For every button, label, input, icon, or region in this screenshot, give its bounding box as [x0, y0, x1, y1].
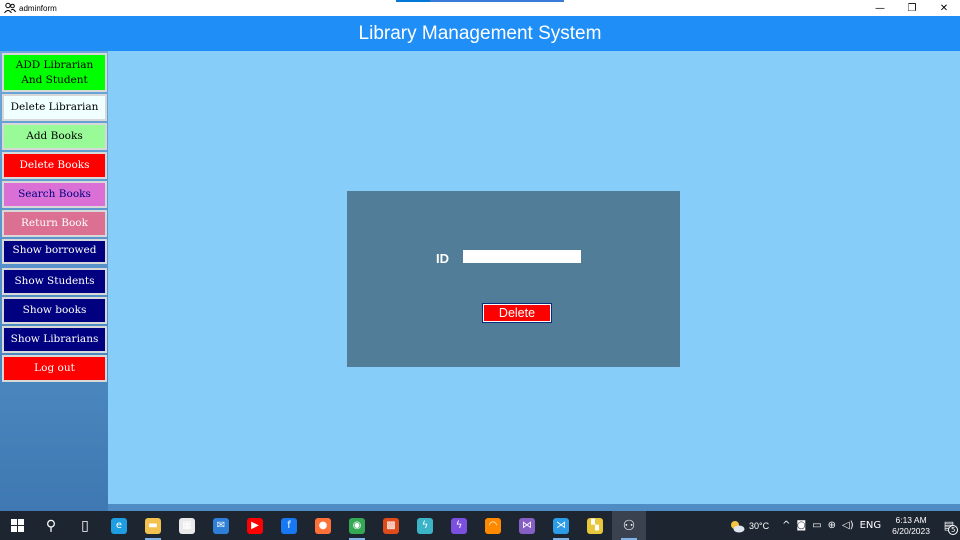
taskbar: ⚲ ▯ e ▬ ▦ ✉ ▶ f ● ◉ ▩ ϟ ϟ ◠ ⋈ ⋊ ▚ ⚇ 30°C ^ ◙ ▭ ⊕ ◁) ENG 6… [0, 511, 960, 540]
clock-date: 6/20/2023 [892, 525, 930, 536]
chrome-icon: ◉ [349, 517, 365, 534]
show-books-button[interactable]: Show books [2, 297, 107, 324]
weather-partly-cloudy-icon [729, 518, 745, 534]
page-title: Library Management System [358, 22, 602, 44]
logout-button[interactable]: Log out [2, 355, 107, 382]
delete-librarian-button[interactable]: Delete Librarian [2, 94, 107, 121]
main-content: ID Delete [108, 51, 960, 504]
return-book-label: Return Book [21, 217, 88, 229]
show-borrowed-label: Show borrowed [12, 244, 97, 256]
search-books-button[interactable]: Search Books [2, 181, 107, 208]
window-bottom-strip [108, 504, 960, 511]
chrome-taskbar-button[interactable]: ◉ [340, 511, 374, 540]
battery-icon[interactable]: ▭ [812, 520, 821, 531]
show-librarians-button[interactable]: Show Librarians [2, 326, 107, 353]
delete-books-label: Delete Books [19, 159, 90, 171]
return-book-button[interactable]: Return Book [2, 210, 107, 237]
app-yellow-icon: ▚ [587, 517, 603, 534]
app-purple-bolt-taskbar-button[interactable]: ϟ [442, 511, 476, 540]
add-books-button[interactable]: Add Books [2, 123, 107, 150]
facebook-icon: f [281, 517, 297, 534]
sidebar: ADD Librarian And Student Delete Librari… [0, 51, 108, 511]
titlebar-accent [396, 0, 564, 2]
notification-center-button[interactable]: ▤5 [938, 511, 960, 540]
delete-librarian-form: ID Delete [347, 191, 680, 367]
clock[interactable]: 6:13 AM 6/20/2023 [892, 515, 930, 537]
mail-taskbar-button[interactable]: ✉ [204, 511, 238, 540]
start-button[interactable] [0, 511, 34, 540]
adminform-app-icon: ⚇ [622, 517, 636, 534]
search-icon: ⚲ [45, 517, 57, 534]
task-view-taskbar-button[interactable]: ▯ [68, 511, 102, 540]
mail-icon: ✉ [213, 517, 229, 534]
taskbar-apps: ⚲ ▯ e ▬ ▦ ✉ ▶ f ● ◉ ▩ ϟ ϟ ◠ ⋈ ⋊ ▚ ⚇ [34, 511, 646, 540]
firefox-taskbar-button[interactable]: ● [306, 511, 340, 540]
youtube-taskbar-button[interactable]: ▶ [238, 511, 272, 540]
delete-button[interactable]: Delete [482, 303, 552, 323]
add-librarian-student-label: ADD Librarian And Student [15, 58, 94, 86]
weather-temperature: 30°C [748, 520, 770, 531]
minimize-button[interactable]: — [864, 0, 896, 16]
weather-widget[interactable]: 30°C [729, 518, 769, 534]
notification-count: 5 [948, 525, 959, 535]
clock-time: 6:13 AM [895, 514, 927, 525]
show-borrowed-button[interactable]: Show borrowed [2, 239, 107, 264]
app-yellow-taskbar-button[interactable]: ▚ [578, 511, 612, 540]
adminform-app-taskbar-button[interactable]: ⚇ [612, 511, 646, 540]
delete-librarian-label: Delete Librarian [10, 101, 99, 113]
users-icon [3, 1, 17, 15]
app-header: Library Management System [0, 16, 960, 51]
store-taskbar-button[interactable]: ▦ [170, 511, 204, 540]
language-indicator[interactable]: ENG [860, 520, 882, 531]
window-controls: — ❐ ✕ [864, 0, 960, 16]
file-explorer-taskbar-button[interactable]: ▬ [136, 511, 170, 540]
show-books-label: Show books [22, 304, 87, 316]
visual-studio-icon: ⋈ [519, 517, 535, 534]
app-orange-ring-taskbar-button[interactable]: ◠ [476, 511, 510, 540]
restore-button[interactable]: ❐ [896, 0, 928, 16]
add-books-label: Add Books [26, 130, 83, 142]
chevron-up-icon[interactable]: ^ [782, 520, 790, 531]
office-icon: ▩ [383, 517, 399, 534]
show-students-label: Show Students [14, 275, 95, 287]
meet-now-icon[interactable]: ◙ [796, 520, 806, 531]
visual-studio-taskbar-button[interactable]: ⋈ [510, 511, 544, 540]
window-titlebar: adminform — ❐ ✕ [0, 0, 960, 16]
window-title: adminform [19, 3, 57, 13]
edge-taskbar-button[interactable]: e [102, 511, 136, 540]
search-taskbar-button[interactable]: ⚲ [34, 511, 68, 540]
office-taskbar-button[interactable]: ▩ [374, 511, 408, 540]
show-students-button[interactable]: Show Students [2, 268, 107, 295]
notification-icon: ▤5 [944, 519, 959, 535]
file-explorer-icon: ▬ [145, 517, 161, 534]
close-button[interactable]: ✕ [928, 0, 960, 16]
facebook-taskbar-button[interactable]: f [272, 511, 306, 540]
windows-icon [10, 519, 24, 532]
edge-icon: e [111, 517, 127, 534]
delete-books-button[interactable]: Delete Books [2, 152, 107, 179]
add-librarian-student-button[interactable]: ADD Librarian And Student [2, 53, 107, 92]
logout-label: Log out [34, 362, 75, 374]
volume-icon[interactable]: ◁) [842, 520, 854, 531]
vscode-taskbar-button[interactable]: ⋊ [544, 511, 578, 540]
system-tray: 30°C ^ ◙ ▭ ⊕ ◁) ENG 6:13 AM 6/20/2023 ▤5 [729, 511, 960, 540]
app-purple-bolt-icon: ϟ [451, 517, 467, 534]
app-orange-ring-icon: ◠ [485, 517, 501, 534]
show-librarians-label: Show Librarians [10, 333, 99, 345]
id-input[interactable] [463, 250, 581, 263]
id-label: ID [436, 251, 449, 266]
vscode-icon: ⋊ [553, 517, 569, 534]
app-bolt-icon: ϟ [417, 517, 433, 534]
youtube-icon: ▶ [247, 517, 263, 534]
store-icon: ▦ [179, 517, 195, 534]
task-view-icon: ▯ [81, 517, 89, 534]
firefox-icon: ● [315, 517, 331, 534]
network-globe-icon[interactable]: ⊕ [828, 520, 836, 531]
search-books-label: Search Books [18, 188, 91, 200]
app-bolt-taskbar-button[interactable]: ϟ [408, 511, 442, 540]
